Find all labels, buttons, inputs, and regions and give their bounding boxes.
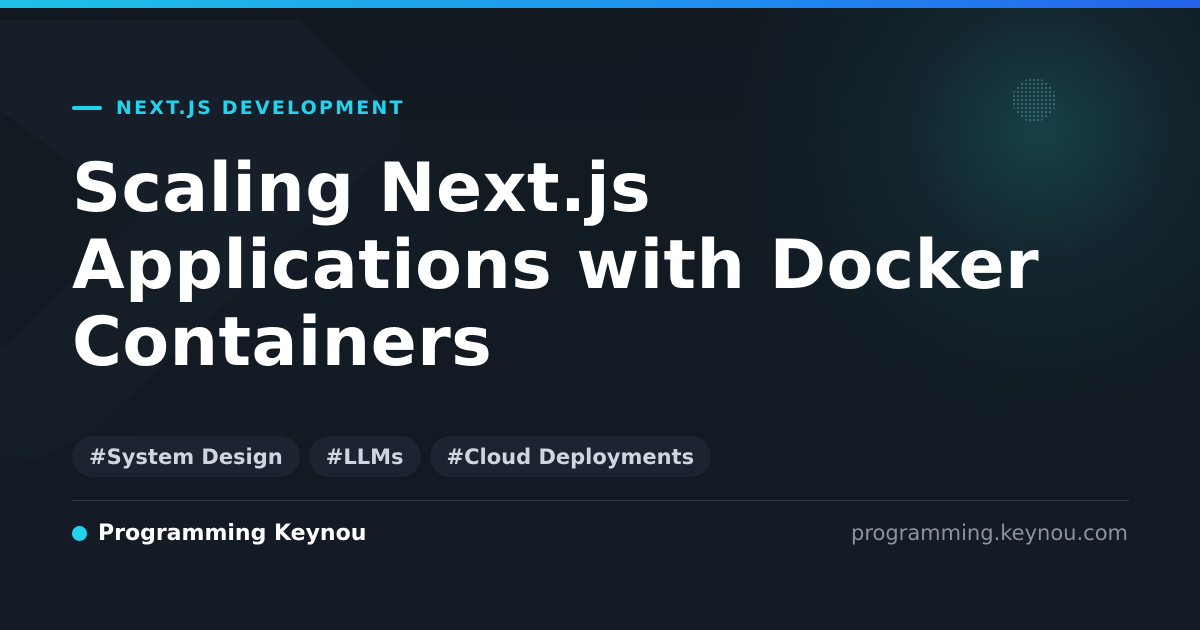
tag-llms[interactable]: #LLMs (308, 436, 421, 477)
category-eyebrow: NEXT.JS DEVELOPMENT (72, 95, 405, 121)
eyebrow-line-icon (72, 106, 102, 110)
tag-list: #System Design #LLMs #Cloud Deployments (72, 436, 720, 477)
site-url[interactable]: programming.keynou.com (851, 518, 1128, 548)
dot-icon (72, 525, 87, 541)
brand-name: Programming Keynou (98, 520, 367, 546)
category-label: NEXT.JS DEVELOPMENT (116, 97, 405, 119)
brand: Programming Keynou (72, 518, 366, 548)
tag-cloud-deployments[interactable]: #Cloud Deployments (429, 436, 712, 477)
divider (72, 500, 1129, 501)
page-title: Scaling Next.js Applications with Docker… (72, 149, 1040, 382)
tag-system-design[interactable]: #System Design (72, 436, 300, 477)
dot-pattern (1012, 78, 1056, 122)
